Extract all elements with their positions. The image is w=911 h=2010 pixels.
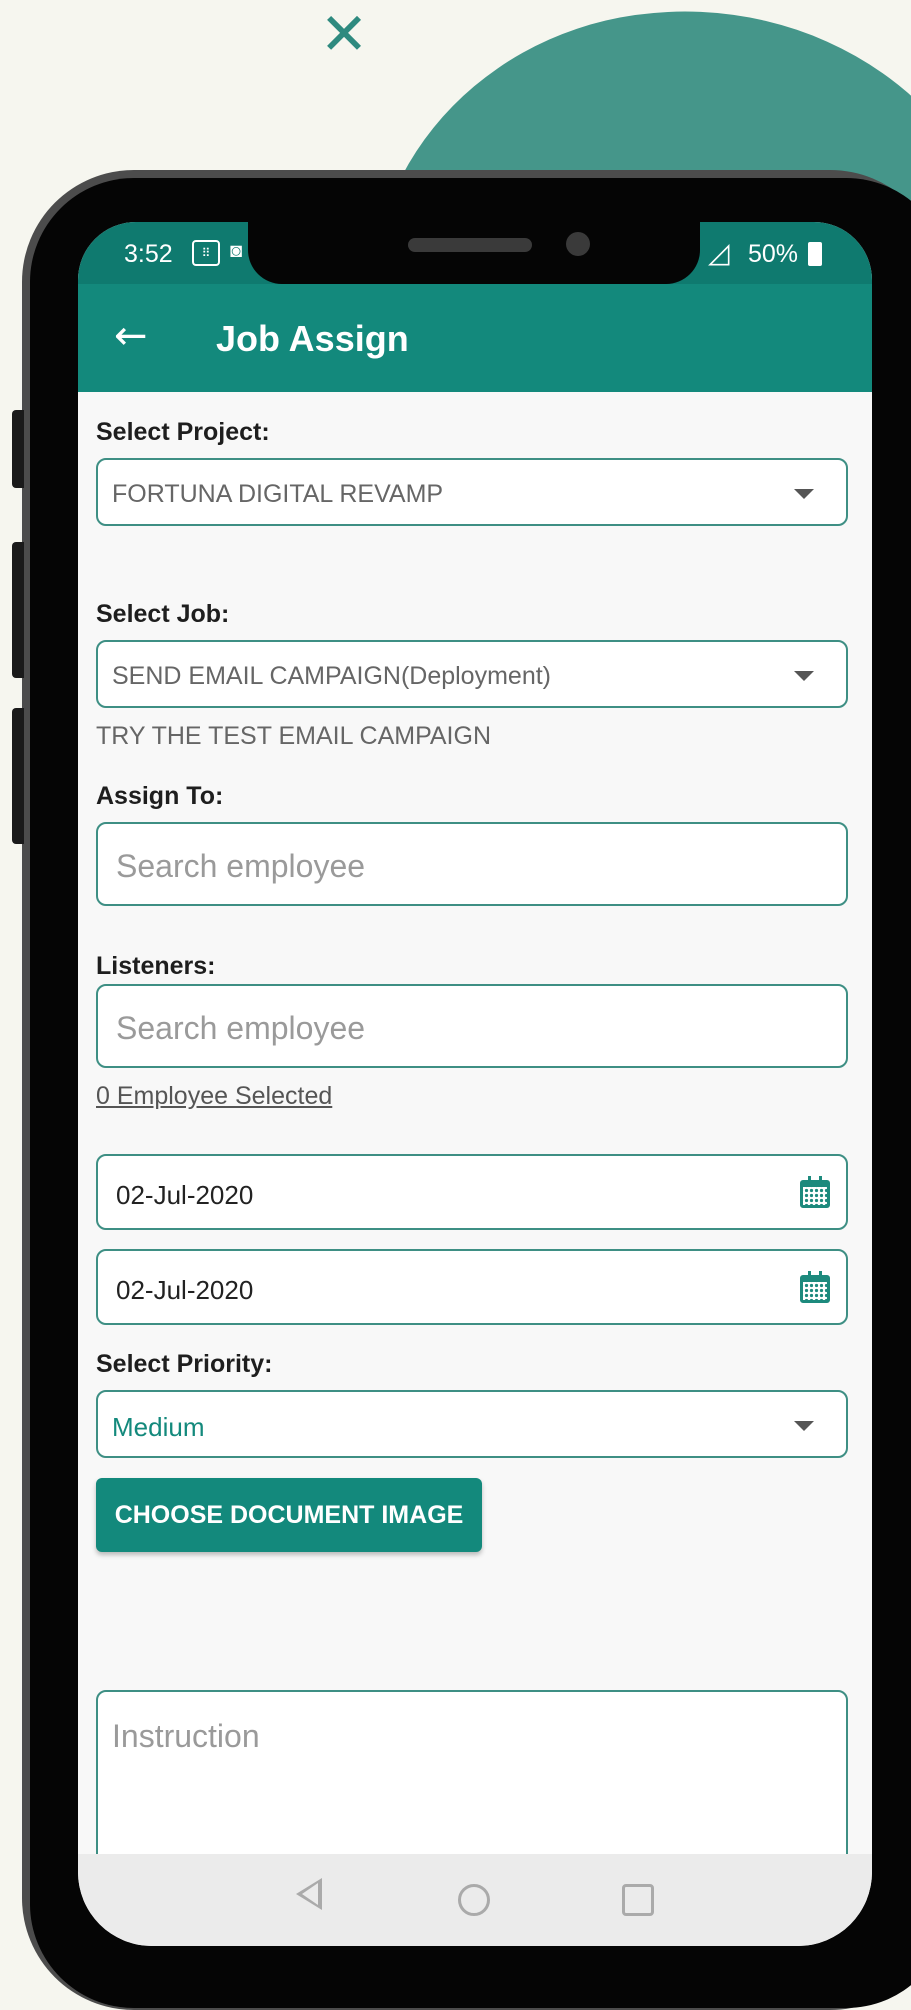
job-description: TRY THE TEST EMAIL CAMPAIGN — [96, 722, 492, 750]
calendar-icon[interactable] — [800, 1176, 830, 1208]
listeners-placeholder: Search employee — [116, 1010, 366, 1046]
listeners-label: Listeners: — [96, 952, 216, 980]
end-date-value: 02-Jul-2020 — [116, 1275, 254, 1305]
choose-document-image-button[interactable]: CHOOSE DOCUMENT IMAGE — [96, 1478, 482, 1552]
start-date-field[interactable]: 02-Jul-2020 — [96, 1154, 848, 1230]
chevron-down-icon — [794, 489, 814, 499]
priority-select[interactable]: Medium — [96, 1390, 848, 1458]
signal-icon: ◿ — [708, 237, 730, 268]
notification-icon: ⠿ — [192, 240, 220, 266]
app-notification-icon: ◙ — [230, 240, 243, 262]
app-bar: ← Job Assign — [78, 284, 872, 392]
nav-recents-icon[interactable] — [622, 1884, 654, 1916]
phone-screen: 3:52 ⠿ ◙ ◿ 50% ← Job Assign Select Proje… — [78, 222, 872, 1946]
nav-back-icon[interactable] — [296, 1878, 322, 1910]
assign-label: Assign To: — [96, 782, 224, 810]
instruction-placeholder: Instruction — [112, 1718, 260, 1754]
chevron-down-icon — [794, 1421, 814, 1431]
employee-selected-link[interactable]: 0 Employee Selected — [96, 1082, 332, 1111]
navigation-bar — [78, 1854, 872, 1946]
assign-search-input[interactable]: Search employee — [96, 822, 848, 906]
job-value: SEND EMAIL CAMPAIGN(Deployment) — [112, 662, 551, 690]
chevron-down-icon — [794, 671, 814, 681]
close-icon[interactable]: ✕ — [318, 5, 370, 63]
job-label: Select Job: — [96, 600, 230, 628]
project-label: Select Project: — [96, 418, 270, 446]
calendar-icon[interactable] — [800, 1271, 830, 1303]
battery-percent: 50% — [748, 240, 799, 268]
page-title: Job Assign — [216, 318, 409, 359]
priority-label: Select Priority: — [96, 1350, 273, 1378]
battery-icon — [808, 242, 822, 266]
project-select[interactable]: FORTUNA DIGITAL REVAMP — [96, 458, 848, 526]
side-button-volume-up — [12, 542, 24, 678]
job-select[interactable]: SEND EMAIL CAMPAIGN(Deployment) — [96, 640, 848, 708]
priority-value: Medium — [112, 1412, 205, 1442]
start-date-value: 02-Jul-2020 — [116, 1180, 254, 1210]
assign-placeholder: Search employee — [116, 848, 366, 884]
side-button-volume-down — [12, 708, 24, 844]
listeners-search-input[interactable]: Search employee — [96, 984, 848, 1068]
end-date-field[interactable]: 02-Jul-2020 — [96, 1249, 848, 1325]
nav-home-icon[interactable] — [458, 1884, 490, 1916]
speaker-grille — [408, 238, 532, 252]
side-button-top — [12, 410, 24, 488]
arrow-left-icon[interactable]: ← — [114, 310, 148, 362]
status-time: 3:52 — [124, 240, 173, 268]
front-camera — [566, 232, 590, 256]
project-value: FORTUNA DIGITAL REVAMP — [112, 480, 444, 508]
camera-notch — [248, 222, 700, 284]
